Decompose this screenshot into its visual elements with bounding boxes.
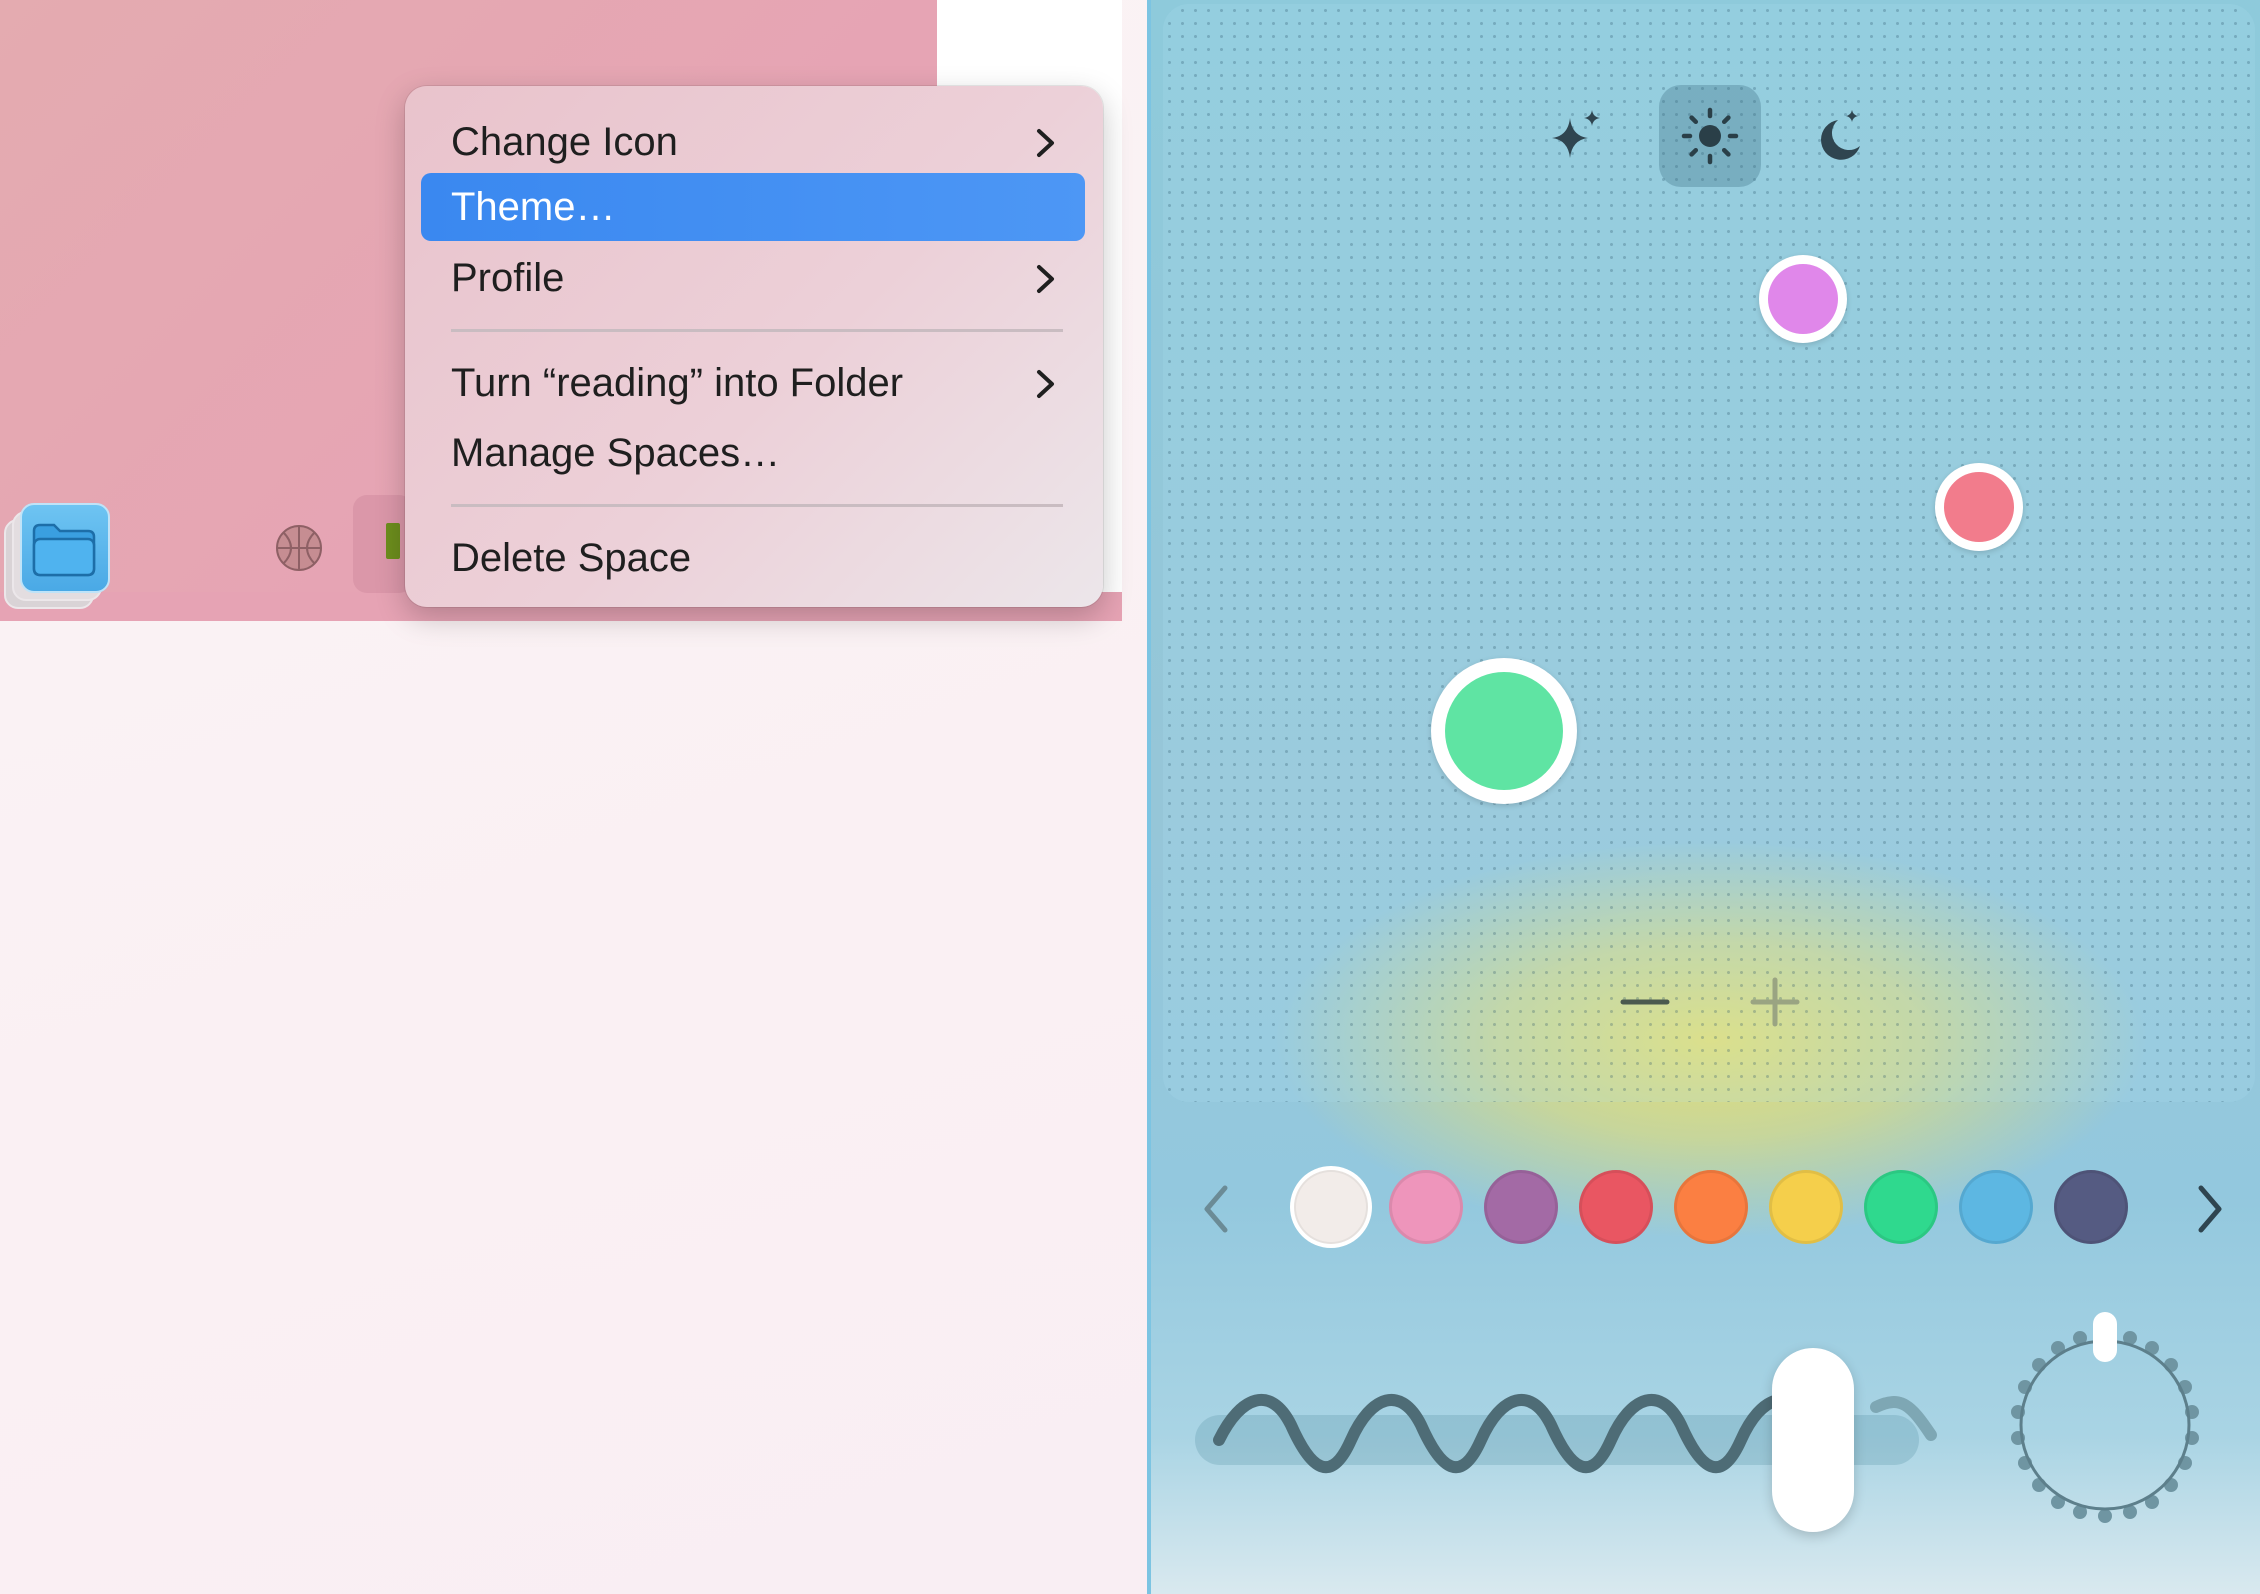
menu-item-turn-into-folder[interactable]: Turn “reading” into Folder — [421, 349, 1085, 417]
menu-item-label: Turn “reading” into Folder — [451, 360, 904, 405]
moon-icon — [1820, 110, 1860, 160]
chevron-right-icon — [2198, 1185, 2222, 1233]
swatch-navy[interactable] — [2054, 1170, 2128, 1244]
space-tab[interactable] — [353, 495, 413, 593]
folder-glyph-icon — [32, 523, 96, 577]
context-menu: Change Icon Theme… Profile Turn “reading… — [405, 86, 1103, 607]
swatch-red[interactable] — [1579, 1170, 1653, 1244]
menu-item-change-icon[interactable]: Change Icon — [421, 108, 1085, 176]
menu-item-label: Change Icon — [451, 119, 678, 164]
previous-palette-button[interactable] — [1191, 1174, 1241, 1244]
color-handle-fill — [1944, 472, 2014, 542]
add-color-button[interactable] — [1745, 972, 1805, 1032]
sparkle-mode-button[interactable] — [1525, 85, 1627, 187]
moon-mode-button[interactable] — [1787, 85, 1889, 187]
menu-item-label: Theme… — [451, 184, 616, 229]
menu-item-label: Manage Spaces… — [451, 430, 781, 475]
color-handle-coral[interactable] — [1935, 463, 2023, 551]
theme-picker — [1151, 0, 2260, 1594]
swatch-green[interactable] — [1864, 1170, 1938, 1244]
sun-icon — [1681, 107, 1739, 165]
menu-separator — [451, 504, 1063, 507]
color-handle-green[interactable] — [1431, 658, 1577, 804]
chevron-right-icon — [1037, 265, 1054, 293]
texture-slider-thumb[interactable] — [1772, 1348, 1854, 1532]
left-pane: Change Icon Theme… Profile Turn “reading… — [0, 0, 1148, 1594]
dial-knob[interactable] — [2093, 1312, 2117, 1362]
color-handle-violet[interactable] — [1759, 255, 1847, 343]
plus-icon — [1750, 977, 1800, 1027]
swatch-purple[interactable] — [1484, 1170, 1558, 1244]
swatch-yellow[interactable] — [1769, 1170, 1843, 1244]
menu-item-manage-spaces[interactable]: Manage Spaces… — [421, 419, 1085, 487]
next-palette-button[interactable] — [2185, 1174, 2235, 1244]
chevron-left-icon — [1204, 1185, 1228, 1233]
swatch-blue[interactable] — [1959, 1170, 2033, 1244]
grain-dial[interactable] — [1985, 1304, 2225, 1554]
swatch-pink[interactable] — [1389, 1170, 1463, 1244]
chevron-right-icon — [1037, 370, 1054, 398]
menu-separator — [451, 329, 1063, 332]
menu-item-delete-space[interactable]: Delete Space — [421, 524, 1085, 592]
wave-icon — [1213, 1393, 1937, 1474]
color-handle-fill — [1768, 264, 1838, 334]
remove-color-button[interactable] — [1615, 972, 1675, 1032]
color-handle-fill — [1445, 672, 1563, 790]
sun-mode-button[interactable] — [1659, 85, 1761, 187]
minus-icon — [1620, 999, 1670, 1005]
menu-item-profile[interactable]: Profile — [421, 244, 1085, 312]
menu-item-label: Profile — [451, 255, 565, 300]
swatch-white[interactable] — [1294, 1170, 1368, 1244]
folder-icon[interactable] — [4, 501, 110, 609]
basketball-icon[interactable] — [274, 523, 324, 573]
sparkle-icon — [1552, 110, 1600, 158]
book-icon — [386, 523, 400, 559]
swatch-orange[interactable] — [1674, 1170, 1748, 1244]
menu-item-label: Delete Space — [451, 535, 692, 580]
chevron-right-icon — [1037, 129, 1054, 157]
menu-item-theme[interactable]: Theme… — [421, 173, 1085, 241]
